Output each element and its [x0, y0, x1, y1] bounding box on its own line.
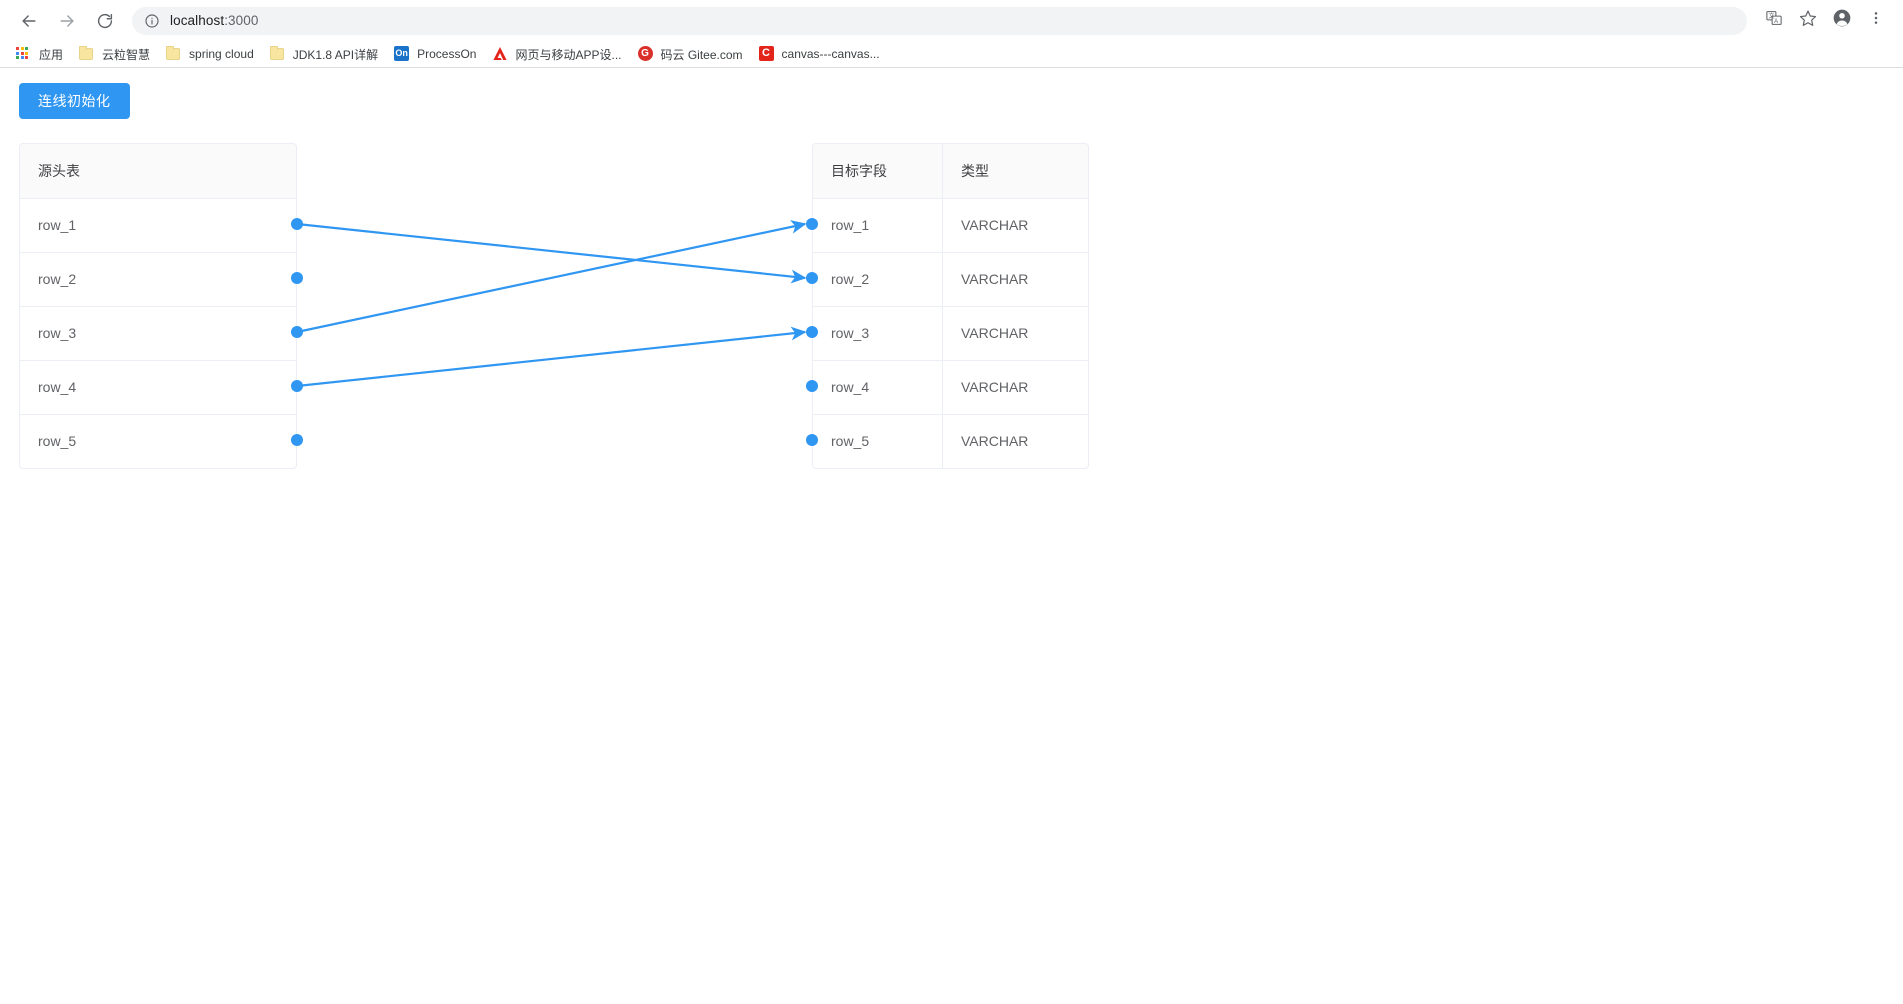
target-table-header-row: 目标字段 类型 — [813, 144, 1088, 199]
bookmark-item[interactable]: Ccanvas---canvas... — [751, 43, 888, 65]
target-field-cell: row_3 — [813, 306, 943, 361]
source-table-row[interactable]: row_2 — [20, 252, 296, 307]
target-table-row[interactable]: row_4 VARCHAR — [813, 360, 1088, 415]
source-field-cell: row_1 — [20, 198, 296, 253]
translate-icon: 文 A — [1765, 9, 1783, 32]
address-bar-text: localhost:3000 — [170, 13, 258, 28]
folder-icon — [269, 46, 286, 62]
target-type-cell: VARCHAR — [942, 360, 1088, 415]
target-type-cell: VARCHAR — [942, 306, 1088, 361]
forward-arrow-icon — [57, 11, 77, 31]
bookmark-star-button[interactable] — [1794, 7, 1822, 35]
browser-toolbar: localhost:3000 文 A — [0, 0, 1903, 41]
address-bar[interactable]: localhost:3000 — [132, 6, 1747, 35]
target-type-cell: VARCHAR — [942, 414, 1088, 468]
three-dot-menu-icon — [1868, 10, 1884, 31]
translate-button[interactable]: 文 A — [1760, 7, 1788, 35]
connection-line[interactable] — [296, 222, 807, 284]
profile-button[interactable] — [1828, 7, 1856, 35]
svg-text:A: A — [1774, 19, 1778, 25]
bookmark-item[interactable]: 网页与移动APP设... — [484, 43, 629, 65]
bookmark-item[interactable]: JDK1.8 API详解 — [262, 43, 386, 65]
source-field-cell: row_2 — [20, 252, 296, 307]
bookmark-label: canvas---canvas... — [781, 47, 880, 61]
back-button[interactable] — [14, 6, 44, 36]
browser-chrome: localhost:3000 文 A 应用 云粒智慧 spring cloud … — [0, 0, 1903, 68]
source-table: 源头表 row_1 row_2 row_3 row_4 row_5 — [19, 143, 297, 469]
back-arrow-icon — [19, 11, 39, 31]
target-type-header-cell: 类型 — [942, 144, 1088, 199]
target-table-row[interactable]: row_5 VARCHAR — [813, 414, 1088, 468]
source-table-row[interactable]: row_5 — [20, 414, 296, 468]
target-field-header-cell: 目标字段 — [813, 144, 943, 199]
adobe-xd-icon — [492, 46, 508, 62]
connection-line[interactable] — [296, 220, 807, 334]
source-table-row[interactable]: row_4 — [20, 360, 296, 415]
bookmark-label: 云粒智慧 — [102, 47, 151, 62]
target-field-cell: row_1 — [813, 198, 943, 253]
bookmark-label: spring cloud — [189, 47, 254, 61]
star-icon — [1799, 9, 1817, 32]
bookmark-label: JDK1.8 API详解 — [292, 47, 379, 62]
target-type-cell: VARCHAR — [942, 252, 1088, 307]
source-table-header-row: 源头表 — [20, 144, 296, 199]
browser-menu-button[interactable] — [1862, 7, 1890, 35]
bookmark-label: 码云 Gitee.com — [660, 47, 743, 62]
source-field-cell: row_3 — [20, 306, 296, 361]
bookmark-item[interactable]: G 码云 Gitee.com — [630, 43, 751, 65]
reload-button[interactable] — [90, 6, 120, 36]
url-path: :3000 — [224, 13, 259, 28]
target-table: 目标字段 类型 row_1 VARCHAR row_2 VARCHAR row_3 VAR… — [812, 143, 1089, 469]
connection-init-button[interactable]: 连线初始化 — [19, 83, 130, 119]
bookmark-label: 应用 — [39, 47, 64, 62]
info-circle-icon[interactable] — [144, 13, 160, 29]
bookmarks-bar: 应用 云粒智慧 spring cloud JDK1.8 API详解 On ProcessO… — [0, 41, 1903, 67]
bookmark-label: 网页与移动APP设... — [515, 47, 622, 62]
source-field-cell: row_5 — [38, 433, 77, 450]
target-field-cell: row_5 — [831, 433, 870, 450]
canvas-icon: C — [758, 46, 775, 62]
target-table-row[interactable]: row_1 VARCHAR — [813, 198, 1088, 253]
target-table-row[interactable]: row_2 VARCHAR — [813, 252, 1088, 307]
target-field-cell: row_2 — [813, 252, 943, 307]
source-table-header-cell: 源头表 — [20, 144, 296, 199]
apps-grid-icon — [16, 46, 32, 62]
bookmark-item[interactable]: 云粒智慧 — [71, 43, 158, 65]
bookmark-item[interactable]: On ProcessOn — [386, 43, 484, 65]
bookmark-label: ProcessOn — [417, 47, 477, 61]
target-type-cell: VARCHAR — [942, 198, 1088, 253]
source-field-cell: row_4 — [20, 360, 296, 415]
bookmark-item[interactable]: 应用 — [8, 43, 71, 65]
folder-icon — [166, 46, 182, 62]
profile-avatar-icon — [1832, 8, 1852, 33]
source-table-row[interactable]: row_1 — [20, 198, 296, 253]
processon-icon: On — [394, 46, 410, 62]
url-host: localhost — [170, 13, 225, 28]
page-content: 连线初始化 源头表 row_1 row_2 row_3 row_4 row_5 目标字段… — [0, 68, 1903, 1004]
bookmark-item[interactable]: spring cloud — [158, 43, 262, 65]
folder-icon — [79, 46, 95, 62]
reload-icon — [96, 12, 114, 30]
target-field-cell: row_4 — [813, 360, 943, 415]
target-table-row[interactable]: row_3 VARCHAR — [813, 306, 1088, 361]
source-table-row[interactable]: row_3 — [20, 306, 296, 361]
forward-button[interactable] — [52, 6, 82, 36]
gitee-icon: G — [637, 46, 654, 62]
connection-line[interactable] — [296, 326, 807, 388]
